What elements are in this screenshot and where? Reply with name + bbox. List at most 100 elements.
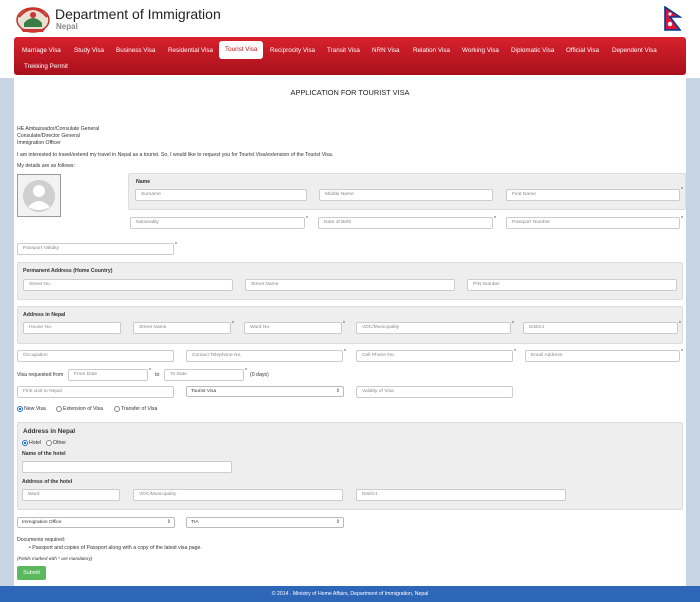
visa-type-select[interactable]: Tourist Visa ⇕ [186,386,344,397]
nav-item-reciprocity-visa[interactable]: Reciprocity Visa [270,47,315,55]
transfer-visa-radio[interactable] [114,406,120,412]
nepal-vdc-input[interactable]: VDC/Municipality [356,322,511,334]
required-mark: * [681,216,683,222]
to-label: to [155,372,160,378]
required-mark: * [681,187,683,193]
from-date-input[interactable]: From Date [68,369,148,381]
nav-item-tourist-visa[interactable]: Tourist Visa [219,41,264,59]
perm-street-name-input[interactable]: Street Name [245,279,455,291]
ward-no-input[interactable]: Ward No. [244,322,342,334]
required-mark: * [306,216,308,222]
nepal-district-input[interactable]: District [523,322,678,334]
nepal-emblem-icon[interactable] [15,3,51,34]
middle-name-input[interactable]: Middle Name [319,189,493,201]
nationality-input[interactable]: Nationality [130,217,305,229]
location-value: TIA [191,520,199,525]
transfer-visa-label: Transfer of Visa [121,406,158,412]
hotel-name-input[interactable] [22,461,232,473]
validity-of-visa-input[interactable]: Validity of Visa [356,386,513,398]
nav-item-relation-visa[interactable]: Relation Visa [413,47,450,55]
to-date-input[interactable]: To Date [164,369,244,381]
hotel-label: Hotel [29,440,42,446]
dropdown-arrow-icon: ⇕ [166,519,171,525]
hotel-address-label: Address of the hotel [22,479,73,485]
hotel-vdc-input[interactable]: VDC/Municipality [133,489,343,501]
nav-item-marriage-visa[interactable]: Marriage Visa [22,47,61,55]
nav-item-study-visa[interactable]: Study Visa [74,47,104,55]
footer-left [0,586,14,602]
recipient-line-2: Consulate/Director General [17,133,80,139]
form-title: APPLICATION FOR TOURIST VISA [290,88,410,97]
required-mark: * [232,321,234,327]
occupation-input[interactable]: Occupation [17,350,174,362]
avatar-placeholder-icon [23,180,55,212]
document-item-text: Passport and copies of Passport along wi… [32,545,202,551]
nav-item-residential-visa[interactable]: Residential Visa [168,47,213,55]
dropdown-arrow-icon: ⇕ [335,519,340,525]
perm-pin-input[interactable]: PIN Number [467,279,677,291]
recipient-line-3: Immigration Officer [17,140,61,146]
new-visa-radio[interactable] [17,406,23,412]
nav-item-transit-visa[interactable]: Transit Visa [327,47,360,55]
nav-item-diplomatic-visa[interactable]: Diplomatic Visa [511,47,554,55]
nav-item-business-visa[interactable]: Business Visa [116,47,155,55]
new-visa-label: New Visa [24,406,46,412]
site-title: Department of Immigration [55,6,221,22]
required-mark: * [245,368,247,374]
hotel-radio[interactable] [22,440,28,446]
first-name-input[interactable]: First Name [506,189,680,201]
immigration-office-value: Immigration Office [22,520,62,525]
document-item: • Passport and copies of Passport along … [29,545,202,551]
required-mark: * [343,321,345,327]
immigration-office-select[interactable]: Immigration Office ⇕ [17,517,175,528]
nav-item-working-visa[interactable]: Working Visa [462,47,499,55]
site-subtitle: Nepal [56,22,78,31]
stay-address-title: Address in Nepal [23,428,76,435]
dropdown-arrow-icon: ⇕ [335,388,340,394]
submit-button[interactable]: Submit [17,566,46,580]
location-select[interactable]: TIA ⇕ [186,517,344,528]
other-radio[interactable] [46,440,52,446]
required-mark: * [175,242,177,248]
contact-telephone-input[interactable]: Contact Telephone No. [186,350,343,362]
surname-input[interactable]: Surname [135,189,307,201]
nav-item-trekking-permit[interactable]: Trekking Permit [24,63,68,71]
passport-number-input[interactable]: Passport Number [506,217,680,229]
first-visit-input[interactable]: First visit to Nepal [17,386,174,398]
nepal-flag-icon [664,6,682,31]
passport-validity-input[interactable]: Passport Validity [17,243,174,255]
extension-visa-label: Extension of Visa [63,406,103,412]
days-count: (0 days) [250,372,269,378]
page: Department of Immigration Nepal Marriage… [0,0,700,602]
mandatory-note: (Fields marked with * are mandatory) [17,556,93,561]
required-mark: * [681,349,683,355]
documents-label: Documents required: [17,537,66,543]
required-mark: * [149,368,151,374]
hotel-district-input[interactable]: District [356,489,566,501]
cell-phone-input[interactable]: Cell Phone No. [356,350,513,362]
dob-input[interactable]: Date of Birth [318,217,493,229]
photo-upload[interactable] [17,174,61,217]
perm-street-no-input[interactable]: Street No. [23,279,233,291]
nav-item-official-visa[interactable]: Official Visa [566,47,599,55]
hotel-ward-input[interactable]: Ward [22,489,120,501]
name-section-label: Name [136,179,151,185]
hotel-name-label: Name of the hotel [22,451,66,457]
required-mark: * [494,216,496,222]
nav-item-nrn-visa[interactable]: NRN Visa [372,47,400,55]
nav-item-dependent-visa[interactable]: Dependent Visa [612,47,657,55]
extension-visa-radio[interactable] [56,406,62,412]
house-no-input[interactable]: House No. [23,322,121,334]
left-gutter [0,78,14,586]
other-label: Other [53,440,66,446]
footer: © 2014 . Ministry of Home Affairs, Depar… [14,586,686,602]
intro-text: I am interested to travel/extend my trav… [17,152,334,158]
required-mark: * [512,321,514,327]
nepal-address-label: Address in Nepal [23,312,66,318]
recipient-line-1: HE Ambassador/Consulate General [17,126,100,132]
email-input[interactable]: Email Address [525,350,680,362]
site-header: Department of Immigration Nepal [0,0,700,36]
nepal-street-name-input[interactable]: Street Name [133,322,231,334]
required-mark: * [344,349,346,355]
main-nav: Marriage Visa Study Visa Business Visa R… [14,37,686,75]
